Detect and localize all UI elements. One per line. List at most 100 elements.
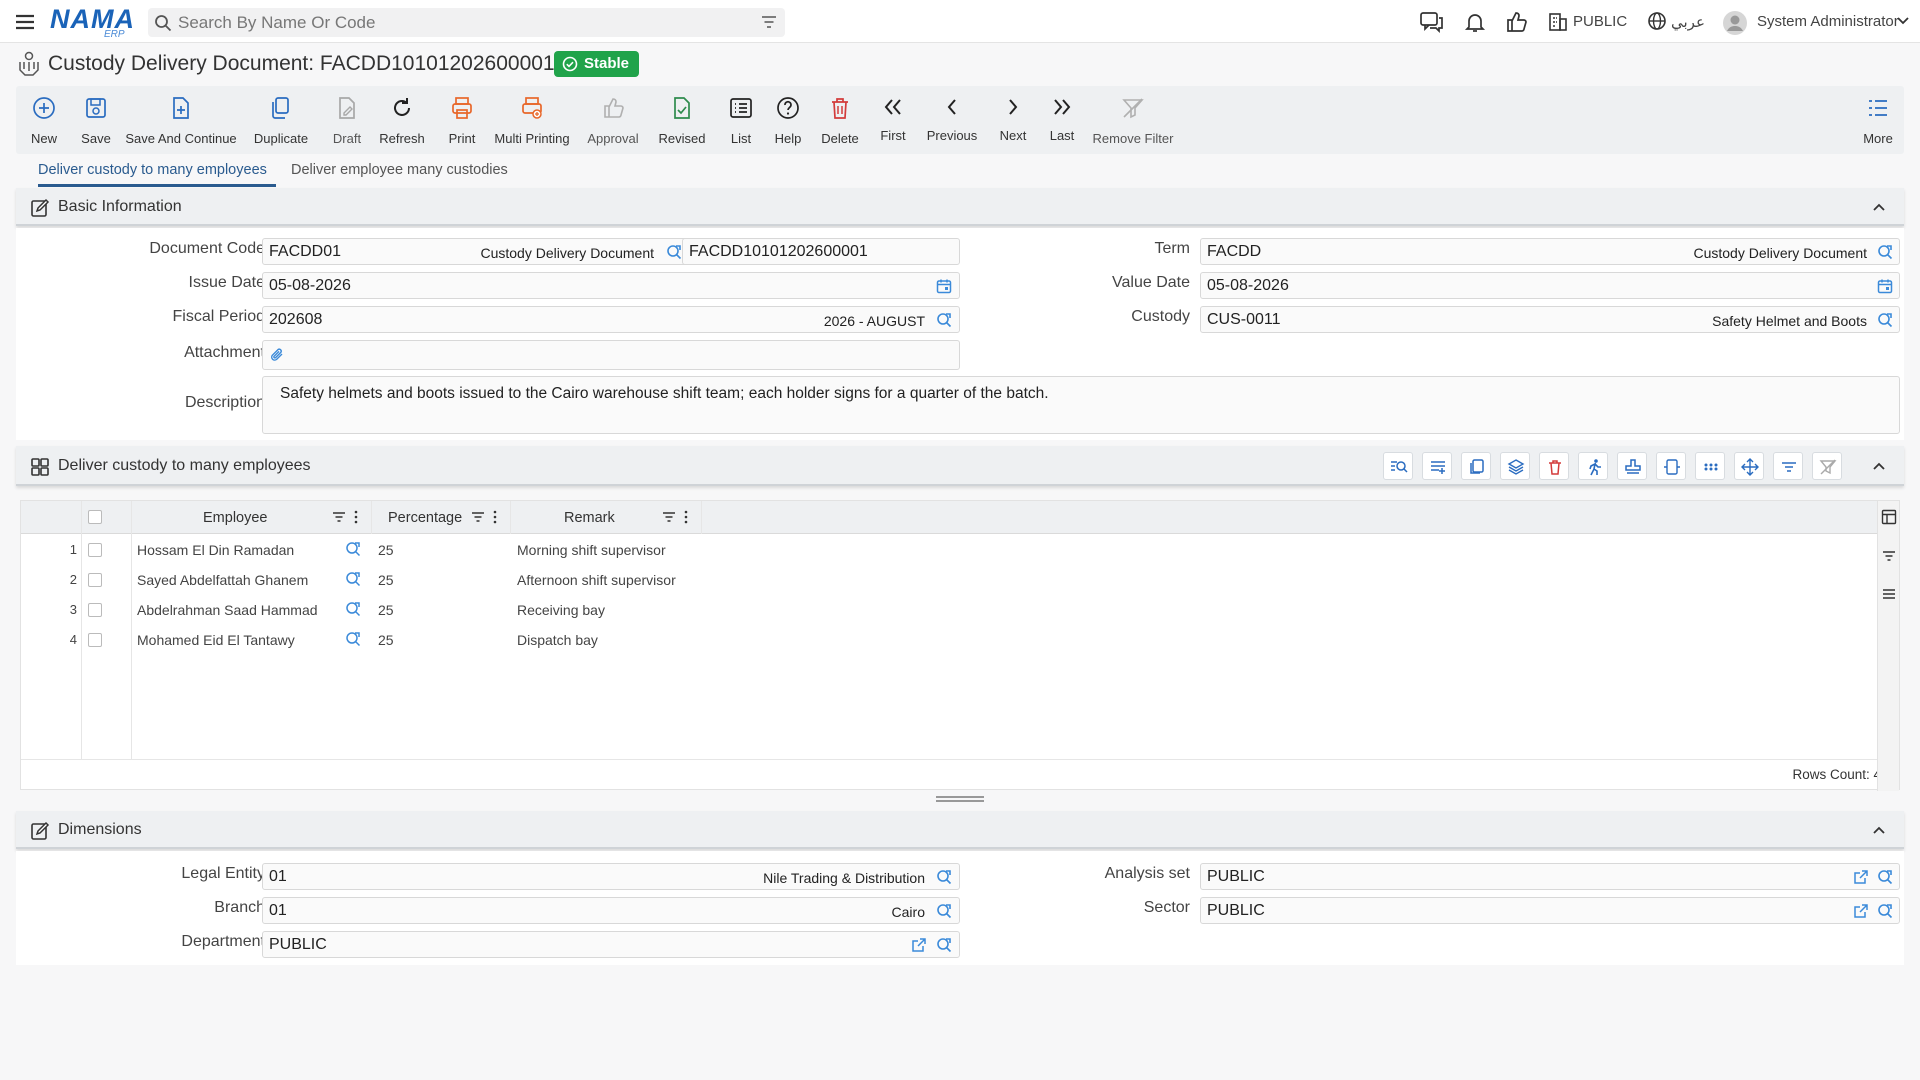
employee-cell[interactable]: Abdelrahman Saad Hammad (137, 602, 318, 618)
attachment-field[interactable] (262, 340, 960, 370)
employees-section-header[interactable]: Deliver custody to many employees (16, 446, 1904, 486)
more-button[interactable]: More (1862, 86, 1894, 154)
fiscal-period-field[interactable]: 202608 2026 - AUGUST (262, 306, 960, 333)
chevron-up-icon[interactable] (1872, 459, 1886, 473)
user-name[interactable]: System Administrator (1757, 13, 1899, 30)
last-button[interactable]: Last (1047, 86, 1077, 154)
branch-field[interactable]: 01 Cairo (262, 897, 960, 924)
chevron-up-icon[interactable] (1872, 823, 1886, 837)
notifications-icon[interactable] (1462, 10, 1488, 34)
chevron-up-icon[interactable] (1872, 200, 1886, 214)
lookup-icon[interactable] (345, 631, 361, 647)
thumbs-up-icon[interactable] (1504, 10, 1530, 34)
new-button[interactable]: New (26, 86, 62, 154)
row-checkbox[interactable] (88, 573, 102, 587)
grid-search-icon[interactable] (1383, 452, 1413, 480)
paperclip-icon[interactable] (269, 347, 285, 363)
custody-field[interactable]: CUS-0011 Safety Helmet and Boots (1200, 306, 1900, 333)
document-number-field[interactable]: FACDD10101202600001 (682, 238, 960, 265)
search-input[interactable] (178, 8, 738, 37)
lookup-icon[interactable] (345, 541, 361, 557)
save-button[interactable]: Save (76, 86, 116, 154)
chat-icon[interactable] (1419, 10, 1445, 34)
company-icon[interactable] (1547, 10, 1573, 34)
lookup-icon[interactable] (1877, 903, 1893, 919)
delete-button[interactable]: Delete (819, 86, 861, 154)
delete-rows-icon[interactable] (1539, 452, 1569, 480)
help-button[interactable]: Help (771, 86, 805, 154)
open-link-icon[interactable] (1853, 903, 1869, 919)
tab-deliver-custody-to-many-employees[interactable]: Deliver custody to many employees (38, 162, 267, 178)
filter-icon[interactable] (761, 15, 777, 29)
row-checkbox[interactable] (88, 543, 102, 557)
remark-cell[interactable]: Receiving bay (517, 602, 605, 618)
lookup-icon[interactable] (936, 312, 952, 328)
columns-panel-icon[interactable] (1881, 509, 1897, 525)
document-code-field[interactable]: FACDD01 Custody Delivery Document (262, 238, 691, 265)
filters-panel-icon[interactable] (1882, 549, 1896, 563)
revised-button[interactable]: Revised (658, 86, 706, 154)
lookup-icon[interactable] (666, 244, 682, 260)
remark-cell[interactable]: Dispatch bay (517, 632, 598, 648)
section-resize-handle[interactable] (936, 796, 984, 802)
table-row[interactable]: 1 Hossam El Din Ramadan 25 Morning shift… (21, 535, 701, 565)
lookup-icon[interactable] (1877, 869, 1893, 885)
globe-icon[interactable] (1646, 10, 1672, 34)
employee-cell[interactable]: Sayed Abdelfattah Ghanem (137, 572, 308, 588)
table-row[interactable]: 2 Sayed Abdelfattah Ghanem 25 Afternoon … (21, 565, 701, 595)
percentage-cell[interactable]: 25 (378, 542, 394, 558)
nama-logo[interactable]: NAMA ERP (50, 5, 135, 40)
row-checkbox[interactable] (88, 603, 102, 617)
column-header-percentage[interactable]: Percentage (388, 510, 462, 526)
lookup-icon[interactable] (936, 937, 952, 953)
first-button[interactable]: First (878, 86, 908, 154)
run-icon[interactable] (1578, 452, 1608, 480)
lookup-icon[interactable] (1877, 244, 1893, 260)
copy-rows-icon[interactable] (1461, 452, 1491, 480)
issue-date-field[interactable]: 05-08-2026 (262, 272, 960, 299)
select-all-checkbox[interactable] (88, 510, 102, 524)
previous-button[interactable]: Previous (927, 86, 977, 154)
multi-printing-button[interactable]: Multi Printing (494, 86, 570, 154)
column-menu-icon[interactable] (353, 510, 359, 524)
clear-filter-icon[interactable] (1812, 452, 1842, 480)
column-menu-icon[interactable] (492, 510, 498, 524)
list-button[interactable]: List (726, 86, 756, 154)
lookup-icon[interactable] (936, 903, 952, 919)
dimensions-header[interactable]: Dimensions (16, 811, 1904, 849)
open-link-icon[interactable] (911, 937, 927, 953)
tab-deliver-employee-many-custodies[interactable]: Deliver employee many custodies (291, 162, 508, 178)
move-icon[interactable] (1734, 452, 1764, 480)
employee-cell[interactable]: Mohamed Eid El Tantawy (137, 632, 295, 648)
value-date-field[interactable]: 05-08-2026 (1200, 272, 1900, 299)
save-and-continue-button[interactable]: Save And Continue (125, 86, 237, 154)
column-menu-icon[interactable] (683, 510, 689, 524)
duplicate-button[interactable]: Duplicate (253, 86, 309, 154)
table-row[interactable]: 4 Mohamed Eid El Tantawy 25 Dispatch bay (21, 625, 701, 655)
open-link-icon[interactable] (1853, 869, 1869, 885)
calendar-icon[interactable] (936, 278, 952, 294)
column-filter-icon[interactable] (471, 510, 485, 524)
remark-cell[interactable]: Afternoon shift supervisor (517, 572, 676, 588)
language-switch[interactable]: عربي (1671, 13, 1705, 31)
basic-information-header[interactable]: Basic Information (16, 188, 1904, 226)
lookup-icon[interactable] (345, 571, 361, 587)
calendar-icon[interactable] (1877, 278, 1893, 294)
sector-field[interactable]: PUBLIC (1200, 897, 1900, 924)
lookup-icon[interactable] (345, 601, 361, 617)
column-filter-icon[interactable] (662, 510, 676, 524)
description-textarea[interactable]: Safety helmets and boots issued to the C… (262, 376, 1900, 434)
dots-grid-icon[interactable] (1695, 452, 1725, 480)
stamp-icon[interactable] (1617, 452, 1647, 480)
percentage-cell[interactable]: 25 (378, 572, 394, 588)
table-row[interactable]: 3 Abdelrahman Saad Hammad 25 Receiving b… (21, 595, 701, 625)
column-width-icon[interactable] (1656, 452, 1686, 480)
print-button[interactable]: Print (443, 86, 481, 154)
next-button[interactable]: Next (998, 86, 1028, 154)
column-filter-icon[interactable] (332, 510, 346, 524)
public-label[interactable]: PUBLIC (1573, 13, 1627, 30)
lookup-icon[interactable] (1877, 312, 1893, 328)
approval-button[interactable]: Approval (587, 86, 639, 154)
analysis-set-field[interactable]: PUBLIC (1200, 863, 1900, 890)
department-field[interactable]: PUBLIC (262, 931, 960, 958)
